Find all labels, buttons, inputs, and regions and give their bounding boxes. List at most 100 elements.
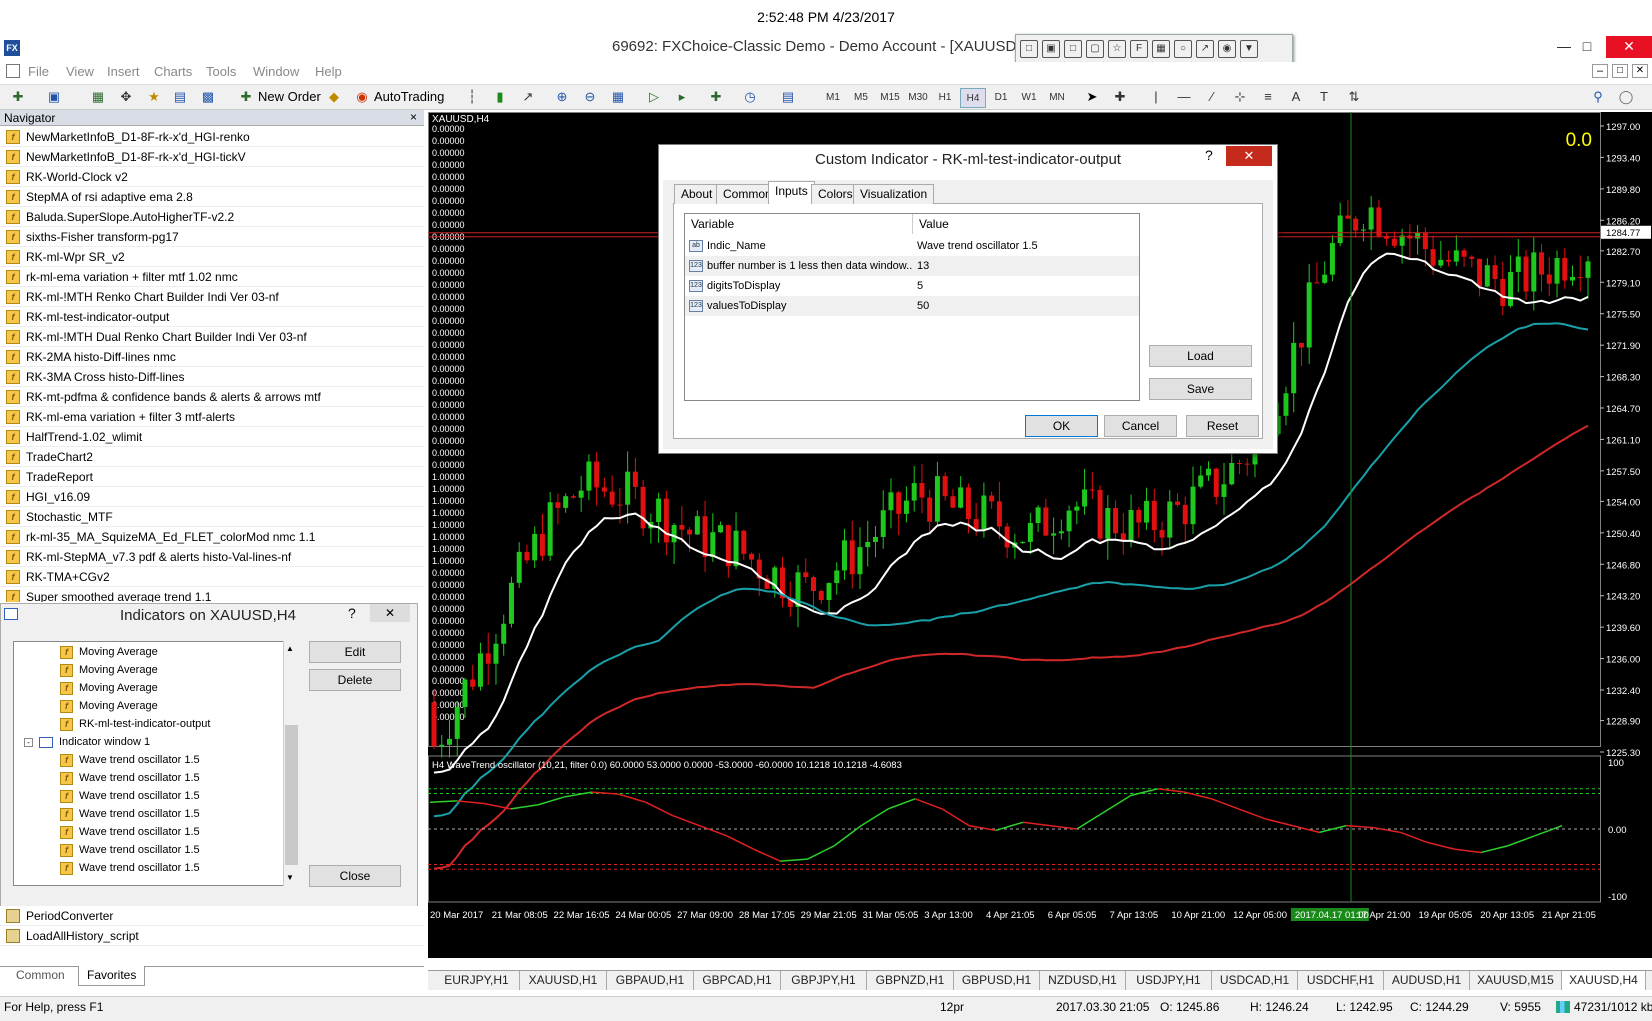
zoom-out-icon[interactable]: ⊖ [580,87,600,107]
tab-favorites[interactable]: Favorites [78,966,146,986]
tf-m30[interactable]: M30 [904,88,932,108]
table-row[interactable]: 123 valuesToDisplay 50 [685,296,1139,316]
maximize-button[interactable]: □ [1566,36,1608,58]
trendline-icon[interactable]: ∕ [1202,87,1222,107]
navigator-icon[interactable]: ★ [144,87,164,107]
list-item[interactable]: f RK-World-Clock v2 [0,167,424,187]
indicators-icon[interactable]: ✚ [706,87,726,107]
open-folder-icon[interactable]: □ [1020,40,1038,58]
variable-value[interactable]: 13 [913,256,1139,276]
data-window-icon[interactable]: ✥ [116,87,136,107]
tree-item[interactable]: f Wave trend oscillator 1.5 [60,788,200,805]
help-icon[interactable]: ? [348,605,356,621]
cancel-button[interactable]: Cancel [1104,415,1177,437]
line-chart-icon[interactable]: ↗ [518,87,538,107]
tree-item[interactable]: f Wave trend oscillator 1.5 [60,770,200,787]
grid-icon[interactable]: ▦ [1152,40,1170,58]
window-icon[interactable]: ▣ [1042,40,1060,58]
tab-usdjpy-h1[interactable]: USDJPY,H1 [1126,971,1212,990]
column-header-value[interactable]: Value [913,214,1139,234]
table-row[interactable]: 123 digitsToDisplay 5 [685,276,1139,296]
horizontal-line-icon[interactable]: — [1174,87,1194,107]
tab-inputs[interactable]: Inputs [768,181,815,204]
list-item[interactable]: f TradeChart2 [0,447,424,467]
table-row[interactable]: 123 buffer number is 1 less then data win… [685,256,1139,276]
list-item[interactable]: f HGI_v16.09 [0,487,424,507]
tab-xauusd-h4[interactable]: XAUUSD,H4 [1562,971,1646,990]
search-icon[interactable]: ⚲ [1588,87,1608,107]
list-item[interactable]: f RK-ml-!MTH Dual Renko Chart Builder Ind… [0,327,424,347]
menu-window[interactable]: Window [253,64,299,79]
metaeditor-icon[interactable]: ◆ [324,87,344,107]
tab-gbpjpy-h1[interactable]: GBPJPY,H1 [781,971,867,990]
list-item[interactable]: f RK-ml-ema variation + filter 3 mtf-aler… [0,407,424,427]
list-item[interactable]: f NewMarketInfoB_D1-8F-rk-x'd_HGI-renko [0,127,424,147]
edit-button[interactable]: Edit [309,641,401,663]
pipette-icon[interactable]: ↗ [1196,40,1214,58]
list-item[interactable]: f Super smoothed average trend 1.1 [0,587,424,602]
list-item[interactable]: f NewMarketInfoB_D1-8F-rk-x'd_HGI-tickV [0,147,424,167]
tree-item[interactable]: f Wave trend oscillator 1.5 [60,860,200,877]
tree-item[interactable]: f Wave trend oscillator 1.5 [60,752,200,769]
tree-item[interactable]: f Wave trend oscillator 1.5 [60,806,200,823]
text-label-icon[interactable]: T [1314,87,1334,107]
tree-item-subwindow[interactable]: - Indicator window 1 [24,734,150,751]
font-icon[interactable]: F [1130,40,1148,58]
list-item[interactable]: f RK-mt-pdfma & confidence bands & alerts… [0,387,424,407]
tab-gbpcad-h1[interactable]: GBPCAD,H1 [694,971,781,990]
tf-h1[interactable]: H1 [932,88,958,108]
periods-icon[interactable]: ◷ [740,87,760,107]
tf-d1[interactable]: D1 [988,88,1014,108]
column-header-variable[interactable]: Variable [685,214,913,234]
new-order-button[interactable]: New Order [258,89,321,104]
strategy-tester-icon[interactable]: ▩ [198,87,218,107]
variable-value[interactable]: 50 [913,296,1139,316]
list-item[interactable]: f StepMA of rsi adaptive ema 2.8 [0,187,424,207]
autotrading-button[interactable]: AutoTrading [374,89,444,104]
tab-usdchf-h1[interactable]: USDCHF,H1 [1298,971,1384,990]
variable-value[interactable]: Wave trend oscillator 1.5 [913,236,1139,256]
collapse-icon[interactable]: - [24,738,33,747]
magnifier-icon[interactable]: ○ [1174,40,1192,58]
list-item[interactable]: f Baluda.SuperSlope.AutoHigherTF-v2.2 [0,207,424,227]
menu-view[interactable]: View [66,64,94,79]
tf-m5[interactable]: M5 [848,88,874,108]
menu-charts[interactable]: Charts [154,64,192,79]
tile-windows-icon[interactable]: ▦ [608,87,628,107]
help-icon[interactable]: ? [1205,147,1213,163]
new-chart-icon[interactable]: ✚ [8,87,28,107]
scroll-down-icon[interactable]: ▼ [286,873,294,882]
list-item[interactable]: f rk-ml-ema variation + filter mtf 1.02 n… [0,267,424,287]
tf-h4[interactable]: H4 [960,88,986,108]
arrows-icon[interactable]: ⇅ [1344,87,1364,107]
list-item[interactable]: f HalfTrend-1.02_wlimit [0,427,424,447]
autoscroll-icon[interactable]: ▸ [672,87,692,107]
tf-mn[interactable]: MN [1044,88,1070,108]
custom-indicator-close-icon[interactable]: ✕ [1226,146,1272,166]
list-item[interactable]: LoadAllHistory_script [0,926,424,946]
list-item[interactable]: f sixths-Fisher transform-pg17 [0,227,424,247]
tree-item[interactable]: f Wave trend oscillator 1.5 [60,824,200,841]
tree-item[interactable]: f Moving Average [60,680,158,697]
tab-visualization[interactable]: Visualization [853,184,935,204]
crosshair-icon[interactable]: ✚ [1110,87,1130,107]
list-item[interactable]: f TradeReport [0,467,424,487]
templates-icon[interactable]: ▤ [778,87,798,107]
chat-icon[interactable]: ◯ [1616,87,1636,107]
tab-usdcad-h1[interactable]: USDCAD,H1 [1212,971,1298,990]
profiles-icon[interactable]: ▣ [44,87,64,107]
menu-file[interactable]: File [28,64,49,79]
tab-gbpnzd-h1[interactable]: GBPNZD,H1 [867,971,954,990]
tree-item[interactable]: f Moving Average [60,662,158,679]
delete-button[interactable]: Delete [309,669,401,691]
list-item[interactable]: f RK-3MA Cross histo-Diff-lines [0,367,424,387]
navigator-close-icon[interactable]: × [410,110,417,124]
reset-button[interactable]: Reset [1186,415,1259,437]
table-row[interactable]: ab Indic_Name Wave trend oscillator 1.5 [685,236,1139,256]
list-item[interactable]: f Stochastic_MTF [0,507,424,527]
tab-nzdusd-h1[interactable]: NZDUSD,H1 [1040,971,1126,990]
load-button[interactable]: Load [1149,345,1252,367]
market-watch-icon[interactable]: ▦ [88,87,108,107]
tree-item[interactable]: f Wave trend oscillator 1.5 [60,842,200,859]
palette-icon[interactable]: ◉ [1218,40,1236,58]
